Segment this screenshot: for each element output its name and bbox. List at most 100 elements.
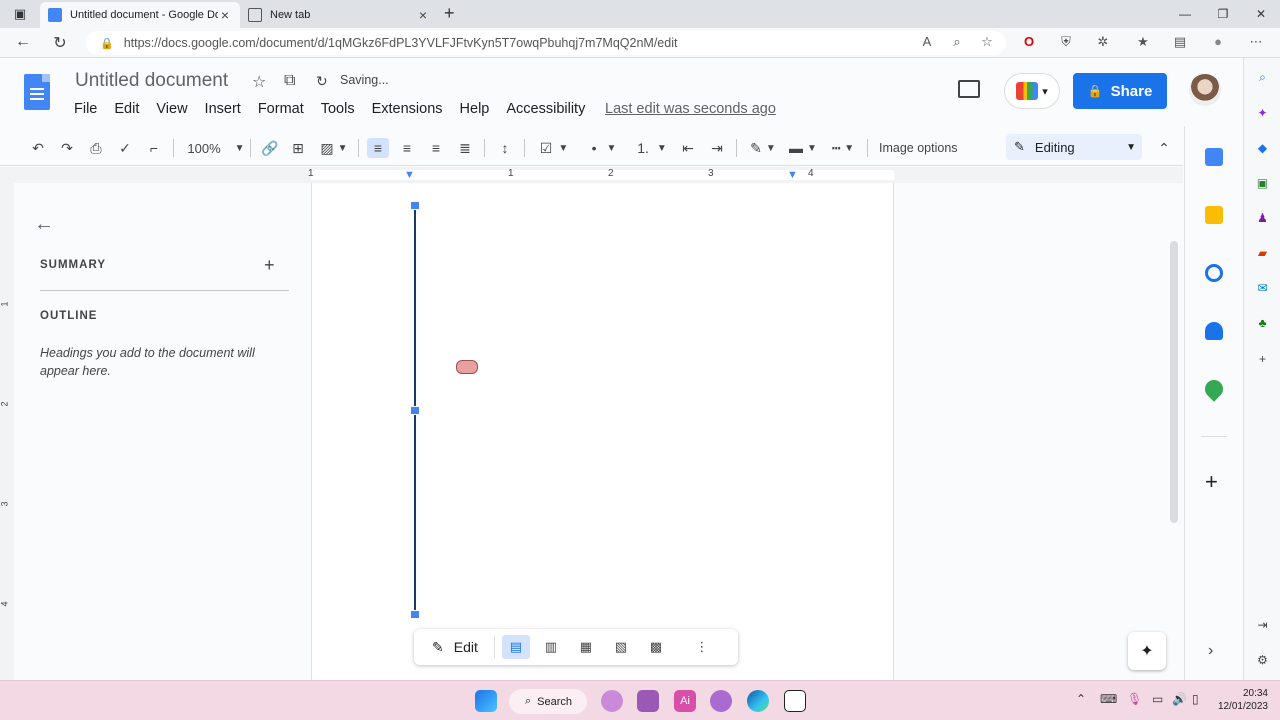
- office-icon[interactable]: ▰: [1255, 246, 1270, 261]
- add-summary-icon[interactable]: +: [264, 255, 275, 276]
- opera-extension-icon[interactable]: O: [1020, 34, 1038, 52]
- paint-format-icon[interactable]: ⌐: [144, 138, 164, 158]
- resize-handle-bottom[interactable]: [410, 610, 420, 619]
- get-addons-plus-icon[interactable]: +: [1205, 469, 1218, 495]
- games-icon[interactable]: ♟: [1255, 211, 1270, 226]
- wrap-text-icon[interactable]: ▥: [537, 635, 565, 659]
- left-indent-marker[interactable]: ▼: [404, 169, 415, 181]
- menu-help[interactable]: Help: [460, 101, 490, 117]
- menu-extensions[interactable]: Extensions: [372, 101, 443, 117]
- resize-handle-top[interactable]: [410, 201, 420, 210]
- star-icon[interactable]: ☆: [252, 72, 266, 92]
- explore-button[interactable]: ✦: [1128, 632, 1166, 670]
- outlook-icon[interactable]: ✉: [1255, 281, 1270, 296]
- horizontal-ruler[interactable]: 1 ▼ 1 2 3 ▼ 4: [0, 167, 1183, 183]
- windows-start-icon[interactable]: [475, 690, 497, 712]
- last-edit-link[interactable]: Last edit was seconds ago: [605, 101, 776, 117]
- keep-icon[interactable]: [1205, 206, 1223, 224]
- contacts-icon[interactable]: [1205, 322, 1223, 340]
- menu-format[interactable]: Format: [258, 101, 304, 117]
- tab-new-tab[interactable]: New tab ×: [240, 2, 438, 28]
- collections-icon[interactable]: ▤: [1171, 34, 1189, 52]
- menu-insert[interactable]: Insert: [205, 101, 241, 117]
- more-icon[interactable]: ⋯: [1247, 34, 1265, 52]
- hide-menus-icon[interactable]: ⌃: [1154, 138, 1174, 158]
- behind-text-icon[interactable]: ▧: [607, 635, 635, 659]
- decrease-indent-icon[interactable]: ⇤: [678, 138, 698, 158]
- checklist-icon[interactable]: ☑ ▼: [534, 138, 574, 158]
- line-spacing-icon[interactable]: ↕: [494, 138, 516, 158]
- small-sticker-image[interactable]: [456, 360, 478, 374]
- favorite-icon[interactable]: ☆: [978, 34, 996, 52]
- undo-icon[interactable]: ↶: [28, 138, 48, 158]
- resize-handle-middle[interactable]: [410, 406, 420, 415]
- settings-icon[interactable]: ⚙: [1255, 653, 1270, 668]
- edit-image-button[interactable]: ✎ Edit: [414, 636, 495, 658]
- document-title[interactable]: Untitled document: [75, 70, 228, 92]
- discord-icon[interactable]: [710, 690, 732, 712]
- close-outline-arrow-icon[interactable]: ←: [34, 213, 54, 236]
- zoom-select[interactable]: 100% ▼: [186, 138, 246, 158]
- align-center-icon[interactable]: ≡: [397, 138, 417, 158]
- align-left-icon[interactable]: ≡: [367, 138, 389, 158]
- wrap-inline-icon[interactable]: ▤: [501, 635, 530, 659]
- redo-icon[interactable]: ↷: [57, 138, 77, 158]
- taskbar-clock[interactable]: 20:34 12/01/2023: [1216, 687, 1268, 713]
- toolbox-icon[interactable]: ▣: [1255, 176, 1270, 191]
- menu-accessibility[interactable]: Accessibility: [506, 101, 585, 117]
- document-page[interactable]: ✎ Edit ▤ ▥ ▦ ▧ ▩ ⋮: [311, 183, 894, 680]
- sidebar-layout-icon[interactable]: ⇥: [1255, 618, 1270, 633]
- tools-icon[interactable]: ◆: [1255, 141, 1270, 156]
- increase-indent-icon[interactable]: ⇥: [707, 138, 727, 158]
- battery-icon[interactable]: ▯: [1192, 692, 1199, 706]
- calendar-icon[interactable]: [1205, 148, 1223, 166]
- network-icon[interactable]: ▭: [1152, 692, 1163, 706]
- break-text-icon[interactable]: ▦: [572, 635, 600, 659]
- back-icon[interactable]: ←: [13, 33, 33, 51]
- link-icon[interactable]: 🔗: [259, 138, 281, 158]
- add-comment-icon[interactable]: ⊞: [288, 138, 308, 158]
- meet-button[interactable]: ▾: [1004, 73, 1060, 109]
- tree-icon[interactable]: ♣: [1255, 316, 1270, 331]
- keyboard-icon[interactable]: ⌨: [1100, 692, 1117, 706]
- vertical-scrollbar[interactable]: [1170, 241, 1178, 523]
- image-options-button[interactable]: Image options: [879, 138, 961, 158]
- comments-icon[interactable]: [958, 80, 980, 98]
- edge-icon[interactable]: [747, 690, 769, 712]
- docs-logo-icon[interactable]: [24, 74, 50, 110]
- bulleted-list-icon[interactable]: • ▼: [584, 138, 624, 158]
- account-avatar[interactable]: [1189, 74, 1221, 106]
- maps-icon[interactable]: [1201, 376, 1227, 402]
- url-input[interactable]: 🔒 https://docs.google.com/document/d/1qM…: [86, 31, 1006, 55]
- menu-edit[interactable]: Edit: [114, 101, 139, 117]
- app-icon-1[interactable]: [601, 690, 623, 712]
- refresh-icon[interactable]: ↻: [50, 33, 70, 53]
- border-weight-icon[interactable]: ▬ ▼: [786, 138, 820, 158]
- extensions-icon[interactable]: ✲: [1094, 34, 1112, 52]
- search-icon[interactable]: ⌕: [1255, 70, 1270, 85]
- window-close-icon[interactable]: ✕: [1242, 0, 1280, 28]
- read-aloud-icon[interactable]: A: [918, 34, 936, 52]
- taskbar-search[interactable]: ⌕ Search: [509, 689, 587, 714]
- more-options-icon[interactable]: ⋮: [688, 635, 716, 659]
- tasks-icon[interactable]: [1205, 264, 1223, 282]
- move-folder-icon[interactable]: ⧉: [284, 72, 295, 90]
- close-icon[interactable]: ×: [416, 7, 430, 23]
- tab-actions-icon[interactable]: ▣: [11, 5, 29, 23]
- zoom-icon[interactable]: ⌕: [948, 34, 966, 52]
- print-icon[interactable]: ⎙: [86, 138, 106, 158]
- border-dash-icon[interactable]: ┅ ▼: [826, 138, 860, 158]
- hide-side-panel-icon[interactable]: ›: [1208, 642, 1213, 660]
- menu-file[interactable]: File: [74, 101, 97, 117]
- new-tab-plus-icon[interactable]: +: [444, 3, 455, 24]
- in-front-text-icon[interactable]: ▩: [642, 635, 670, 659]
- favorites-icon[interactable]: ★: [1134, 34, 1152, 52]
- shield-extension-icon[interactable]: ⛨: [1057, 34, 1075, 52]
- right-indent-marker[interactable]: ▼: [787, 169, 798, 181]
- tab-docs[interactable]: Untitled document - Google Doc ×: [40, 2, 240, 28]
- align-right-icon[interactable]: ≡: [426, 138, 446, 158]
- minimize-icon[interactable]: —: [1166, 0, 1204, 28]
- justify-icon[interactable]: ≣: [455, 138, 475, 158]
- profile-icon[interactable]: ●: [1209, 34, 1227, 52]
- maximize-icon[interactable]: ❐: [1204, 0, 1242, 28]
